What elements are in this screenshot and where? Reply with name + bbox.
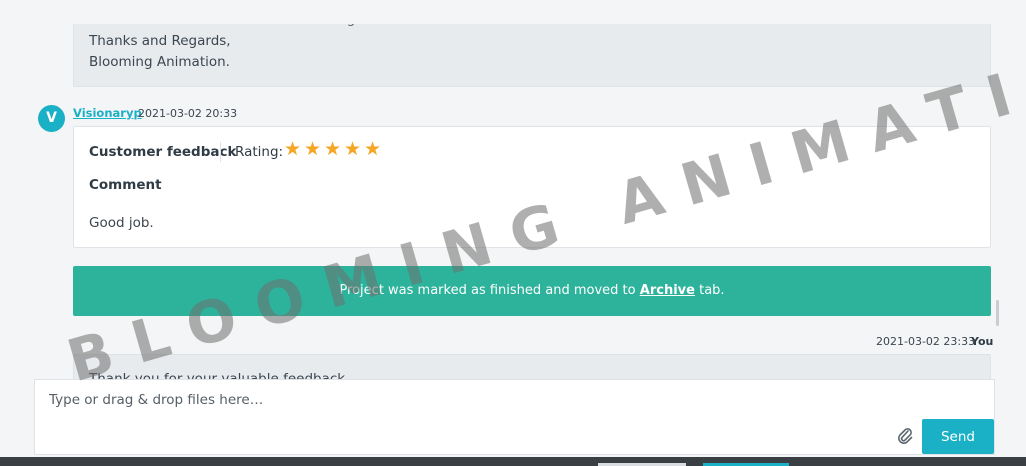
comment-label: Comment <box>89 177 162 193</box>
reply-author: You <box>971 335 994 348</box>
banner-text-end: tab. <box>699 283 725 298</box>
star-icon: ★ <box>284 138 302 160</box>
star-icon: ★ <box>364 138 382 160</box>
send-button[interactable]: Send <box>922 419 994 454</box>
message-timestamp: 2021-03-02 20:33 <box>138 107 238 120</box>
avatar[interactable]: V <box>38 105 65 132</box>
feedback-title: Customer feedback <box>89 144 237 160</box>
previous-message-line: Blooming Animation. <box>89 54 230 70</box>
reply-timestamp: 2021-03-02 23:33 <box>876 335 976 348</box>
comment-text: Good job. <box>89 215 154 231</box>
rating-label: Rating: <box>235 144 284 160</box>
feedback-card: Customer feedback Rating: ★ ★ ★ ★ ★ Comment … <box>73 126 991 248</box>
banner-text: Project was marked as finished and moved… <box>339 283 636 298</box>
rating-stars: ★ ★ ★ ★ ★ <box>284 140 383 159</box>
bottom-taskbar <box>0 457 1026 466</box>
star-icon: ★ <box>304 138 322 160</box>
divider <box>220 142 221 162</box>
paperclip-icon[interactable] <box>897 427 913 445</box>
message-composer: Send <box>34 379 995 455</box>
scrollbar-thumb[interactable] <box>996 300 999 326</box>
project-finished-banner: Project was marked as finished and moved… <box>73 266 991 316</box>
archive-link[interactable]: Archive <box>640 283 695 298</box>
author-link[interactable]: Visionaryp <box>73 106 142 120</box>
previous-message-line: Thanks and Regards, <box>89 33 231 49</box>
message-input[interactable] <box>35 380 885 420</box>
star-icon: ★ <box>344 138 362 160</box>
header-strip <box>0 0 1026 24</box>
star-icon: ★ <box>324 138 342 160</box>
